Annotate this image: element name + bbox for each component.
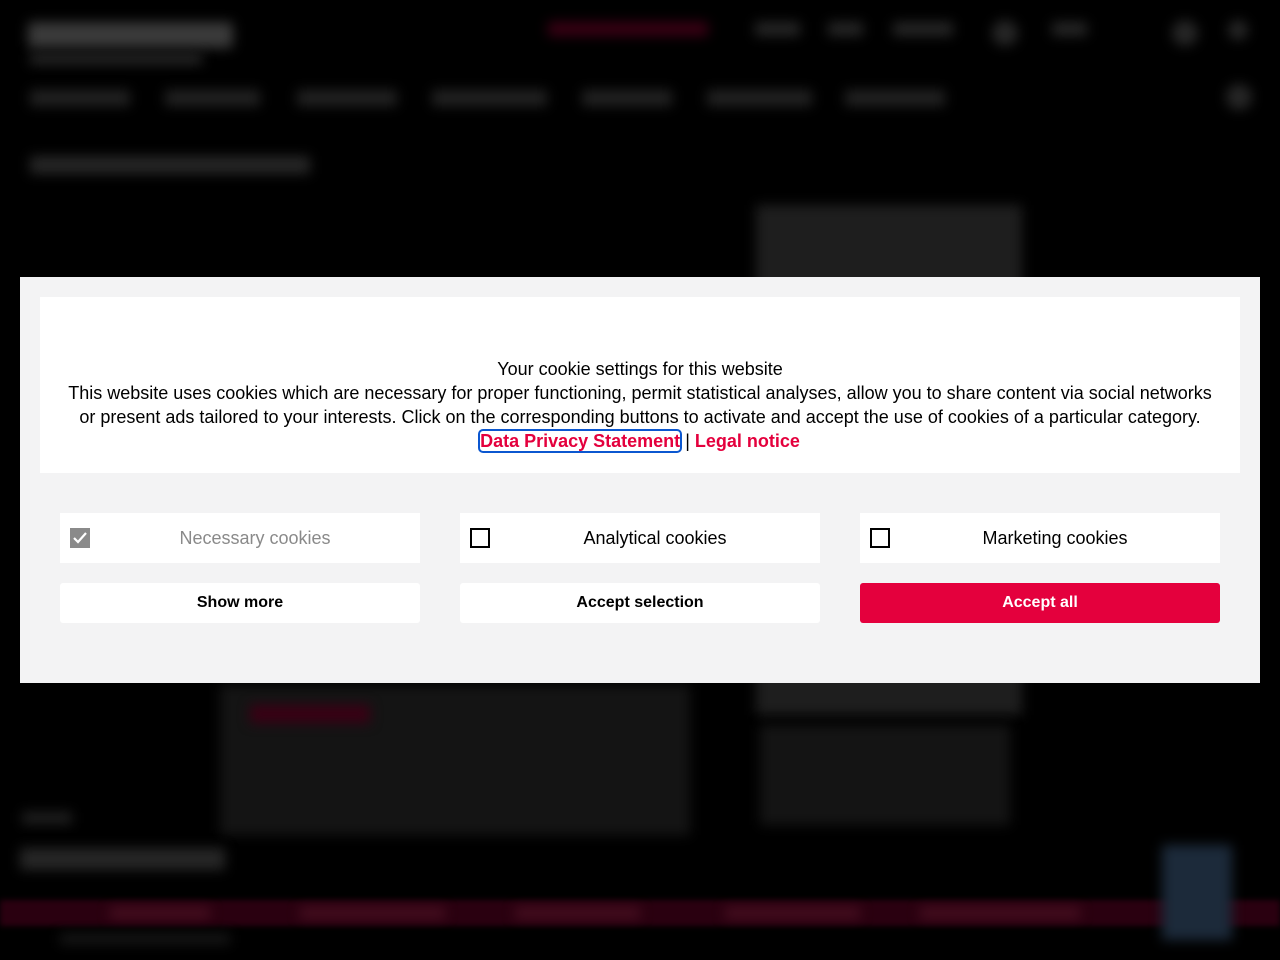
main-nav-item: [845, 90, 945, 106]
top-nav-item: [548, 22, 708, 36]
content-highlight: [250, 705, 370, 723]
link-separator: |: [685, 431, 690, 451]
privacy-statement-link[interactable]: Data Privacy Statement: [478, 429, 683, 453]
cookie-description: This website uses cookies which are nece…: [68, 383, 1212, 427]
necessary-cookies-option: Necessary cookies: [60, 513, 420, 563]
cookie-links: Data Privacy Statement | Legal notice: [40, 429, 1240, 453]
accept-all-button[interactable]: Accept all: [860, 583, 1220, 623]
top-nav-icon: [992, 20, 1018, 46]
side-text: [22, 812, 72, 824]
legal-notice-link[interactable]: Legal notice: [695, 431, 800, 451]
main-nav-item: [707, 90, 812, 106]
footer-strip-item: [920, 908, 1080, 918]
footer-strip-item: [515, 908, 640, 918]
marketing-cookies-option[interactable]: Marketing cookies: [860, 513, 1220, 563]
accept-selection-button[interactable]: Accept selection: [460, 583, 820, 623]
main-nav-item: [30, 90, 130, 106]
site-logo: [28, 22, 233, 48]
floating-badge: [1162, 845, 1232, 940]
cookie-title: Your cookie settings for this website: [497, 359, 783, 379]
top-nav-item: [755, 22, 800, 36]
product-card-text: [760, 725, 1010, 825]
top-nav-icon: [1172, 20, 1198, 46]
footer-strip-item: [110, 908, 210, 918]
main-nav-item: [165, 90, 260, 106]
cookie-consent-dialog: Your cookie settings for this website Th…: [20, 277, 1260, 683]
top-nav-item: [893, 22, 953, 36]
analytical-cookies-checkbox[interactable]: [470, 528, 490, 548]
show-more-button[interactable]: Show more: [60, 583, 420, 623]
site-logo-tagline: [30, 54, 202, 64]
top-nav-item: [1052, 22, 1087, 36]
analytical-cookies-option[interactable]: Analytical cookies: [460, 513, 820, 563]
checkmark-icon: [73, 532, 87, 544]
bottom-text: [60, 934, 230, 944]
footer-strip-item: [300, 908, 445, 918]
marketing-cookies-label[interactable]: Marketing cookies: [860, 528, 1220, 549]
search-icon: [1226, 84, 1252, 110]
top-nav-item: [828, 22, 863, 36]
main-nav-item: [297, 90, 397, 106]
side-heading: [20, 848, 225, 870]
analytical-cookies-label[interactable]: Analytical cookies: [460, 528, 820, 549]
necessary-cookies-checkbox: [70, 528, 90, 548]
main-nav-item: [582, 90, 672, 106]
breadcrumb: [30, 156, 310, 174]
footer-strip-item: [725, 908, 860, 918]
cookie-text-panel: Your cookie settings for this website Th…: [40, 297, 1240, 473]
marketing-cookies-checkbox[interactable]: [870, 528, 890, 548]
necessary-cookies-label: Necessary cookies: [179, 527, 331, 548]
top-nav-icon: [1228, 20, 1248, 40]
main-nav-item: [432, 90, 547, 106]
